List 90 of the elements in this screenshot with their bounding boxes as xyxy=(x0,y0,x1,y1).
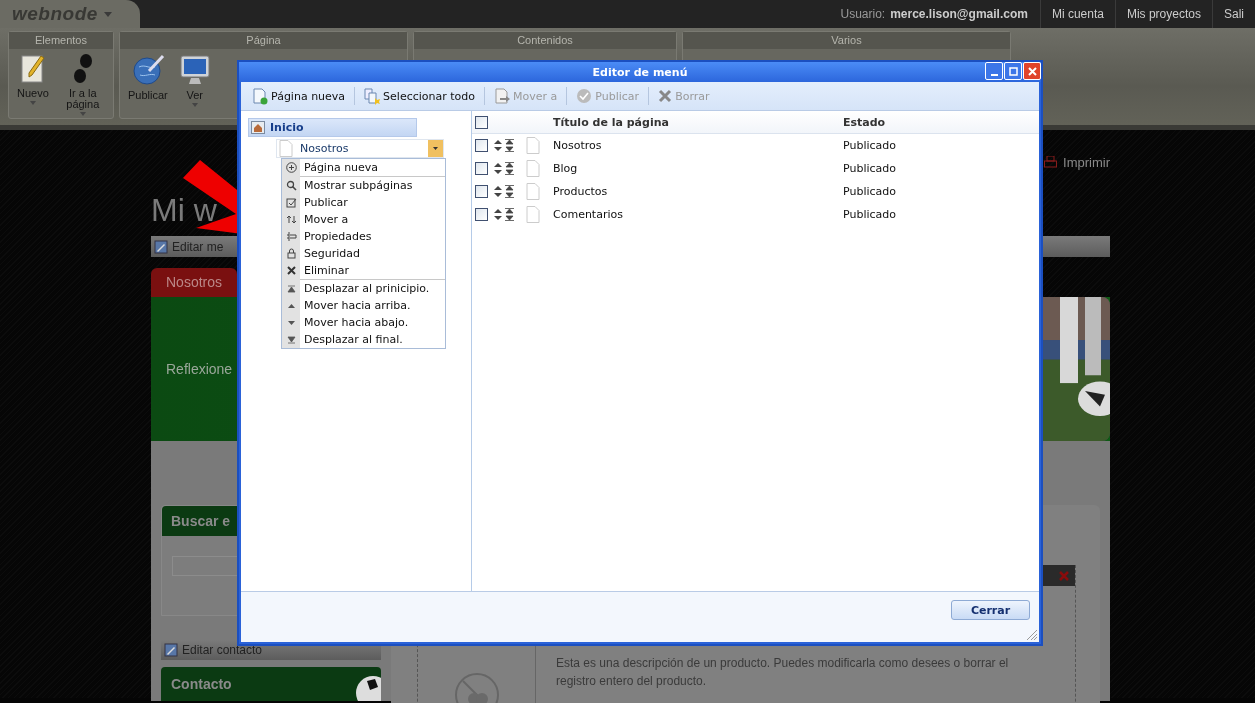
page-icon xyxy=(526,137,540,154)
menu-item[interactable]: Mover hacia arriba. xyxy=(282,297,445,314)
toolbar-button[interactable]: Seleccionar todo xyxy=(361,85,479,107)
table-cell-text: Blog xyxy=(553,162,579,175)
move-top-bottom-icon[interactable] xyxy=(505,185,514,198)
menu-item[interactable]: Mover a xyxy=(282,211,445,228)
close-dialog-button[interactable]: Cerrar xyxy=(951,600,1030,620)
menu-tab[interactable]: Nosotros xyxy=(151,268,238,297)
copy-icon xyxy=(364,87,381,105)
menu-item[interactable]: Mover hacia abajo. xyxy=(282,314,445,331)
move-up-down-icon[interactable] xyxy=(494,208,502,221)
menu-item[interactable]: Publicar xyxy=(282,194,445,211)
caret-icon xyxy=(29,101,36,105)
group-title: Contenidos xyxy=(414,32,676,49)
close-icon xyxy=(1027,66,1037,76)
resize-grip-icon[interactable] xyxy=(1027,630,1037,640)
plus-icon xyxy=(285,162,297,173)
maximize-icon xyxy=(1008,66,1018,76)
group-title: Varios xyxy=(683,32,1010,49)
page-icon xyxy=(526,183,540,200)
home-icon xyxy=(251,121,265,134)
top-icon xyxy=(285,283,297,294)
globe-icon xyxy=(130,53,165,87)
edit-icon xyxy=(164,643,178,657)
group-title: Elementos xyxy=(9,32,113,49)
widget-title: Contacto xyxy=(161,667,381,701)
edit-icon xyxy=(154,239,168,254)
move-top-bottom-icon[interactable] xyxy=(505,139,514,152)
user-label: Usuario: xyxy=(840,7,886,21)
toolbar-button[interactable]: Página nueva xyxy=(249,85,349,107)
close-icon xyxy=(285,265,297,276)
user-email: merce.lison@gmail.com xyxy=(890,7,1028,21)
menu-item[interactable]: Desplazar al prinicipio. xyxy=(282,280,445,297)
column-header[interactable]: Título de la página xyxy=(553,115,843,129)
checkbox[interactable] xyxy=(475,208,488,221)
move-up-down-icon[interactable] xyxy=(494,139,502,152)
move-top-bottom-icon[interactable] xyxy=(505,162,514,175)
pencil-icon xyxy=(18,53,47,85)
checkbox[interactable] xyxy=(475,185,488,198)
column-header[interactable]: Estado xyxy=(843,115,886,129)
menu-item[interactable]: Desplazar al final. xyxy=(282,331,445,348)
table-cell: Publicado xyxy=(843,139,896,152)
page-icon xyxy=(526,206,540,223)
product-description: Esta es una descripción de un producto. Puedes modificarla como desees o borrar el registro entero del producto. xyxy=(556,655,1010,690)
maximize-button[interactable] xyxy=(1004,62,1022,80)
checkbox-icon xyxy=(285,197,297,208)
caret-icon xyxy=(103,11,112,17)
new-page-icon xyxy=(252,87,268,105)
page-icon xyxy=(526,160,540,177)
table-cell: Publicado xyxy=(843,162,896,175)
check-icon xyxy=(576,88,593,104)
menu-item[interactable]: Mostrar subpáginas xyxy=(282,177,445,194)
monitor-icon xyxy=(177,53,212,87)
checkbox[interactable] xyxy=(475,139,488,152)
checkbox[interactable] xyxy=(475,162,488,175)
menu-item[interactable]: Página nueva xyxy=(282,159,445,176)
printer-icon xyxy=(1044,156,1058,168)
table-cell: Publicado xyxy=(843,208,896,221)
move-up-down-icon[interactable] xyxy=(494,162,502,175)
print-link[interactable]: Imprimir xyxy=(1063,154,1110,170)
page-icon xyxy=(279,140,293,157)
window-title: Editor de menú xyxy=(592,65,688,79)
move-up-down-icon[interactable] xyxy=(494,185,502,198)
caret-icon xyxy=(191,103,198,107)
move-icon xyxy=(494,87,511,105)
delete-icon xyxy=(658,89,673,103)
minimize-button[interactable] xyxy=(985,62,1003,80)
move-top-bottom-icon[interactable] xyxy=(505,208,514,221)
table-cell-text: Comentarios xyxy=(553,208,624,221)
banner-text: Reflexione xyxy=(166,361,233,377)
tree-item[interactable]: Nosotros xyxy=(276,139,444,158)
menu-item[interactable]: Propiedades xyxy=(282,228,445,245)
site-title: Mi w xyxy=(151,191,217,230)
group-title: Página xyxy=(120,32,407,49)
checkbox[interactable] xyxy=(475,115,488,129)
menu-item[interactable]: Eliminar xyxy=(282,262,445,279)
minimize-icon xyxy=(990,73,998,76)
bottom-icon xyxy=(285,334,297,345)
tree-item[interactable]: Inicio xyxy=(248,118,417,137)
properties-icon xyxy=(285,231,297,242)
caret-icon xyxy=(79,112,86,116)
dropdown-icon[interactable] xyxy=(428,140,443,157)
arrows-icon xyxy=(285,214,297,225)
lock-icon xyxy=(285,248,297,259)
menu-item[interactable]: Seguridad xyxy=(282,245,445,262)
search-icon xyxy=(285,180,297,191)
table-cell: Publicado xyxy=(843,185,896,198)
table-cell-text: Nosotros xyxy=(553,139,603,152)
close-button[interactable] xyxy=(1023,62,1041,80)
table-cell-text: Productos xyxy=(553,185,609,198)
